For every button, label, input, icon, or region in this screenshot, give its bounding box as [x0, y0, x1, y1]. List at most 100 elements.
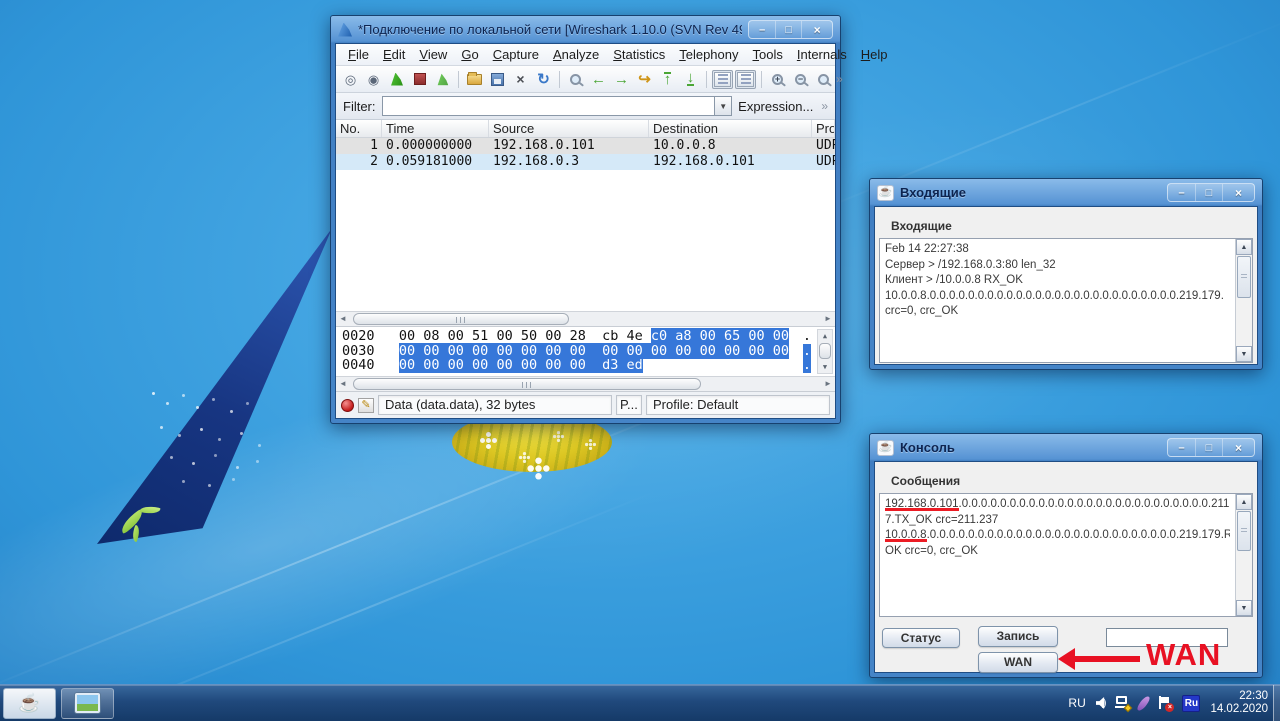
incoming-titlebar[interactable]: ☕ Входящие – □ × [874, 179, 1258, 206]
status-button[interactable]: Статус [882, 628, 960, 648]
tray-clock[interactable]: 22:30 14.02.2020 [1210, 690, 1268, 716]
menu-tools[interactable]: Tools [746, 45, 790, 64]
incoming-text-area[interactable]: Feb 14 22:27:38 Сервер > /192.168.0.3:80… [879, 238, 1253, 363]
minimize-button[interactable]: – [749, 21, 775, 38]
show-desktop-button[interactable] [1273, 685, 1280, 721]
packet-list[interactable]: No. Time Source Destination Prot 1 0.000… [336, 120, 835, 311]
wan-button[interactable]: WAN [978, 652, 1058, 673]
maximize-button[interactable]: □ [775, 21, 801, 38]
filter-dropdown-button[interactable]: ▼ [714, 96, 732, 116]
filter-input[interactable] [382, 96, 715, 116]
console-input[interactable] [1106, 628, 1228, 647]
zoom-in-icon[interactable]: + [767, 68, 788, 90]
hex-hscrollbar[interactable]: ◄ ► [336, 376, 835, 391]
wireshark-tray-icon[interactable] [1137, 694, 1152, 712]
scroll-up-icon[interactable]: ▲ [1236, 239, 1252, 255]
toolbar-overflow-icon[interactable]: » [836, 72, 843, 86]
network-icon[interactable] [1114, 696, 1130, 710]
close-button[interactable]: × [1222, 439, 1254, 456]
hex-vscrollbar[interactable]: ▲ ▼ [817, 329, 833, 374]
expression-button[interactable]: Expression... [738, 99, 813, 114]
packet-list-hscrollbar[interactable]: ◄ ► [336, 311, 835, 326]
reload-icon[interactable]: ↻ [533, 68, 554, 90]
scroll-down-icon[interactable]: ▼ [1236, 600, 1252, 616]
minimize-button[interactable]: – [1168, 184, 1195, 201]
autoscroll-toggle-icon[interactable] [735, 70, 756, 89]
go-to-packet-icon[interactable]: ↪ [634, 68, 655, 90]
minimize-button[interactable]: – [1168, 439, 1195, 456]
save-file-icon[interactable] [487, 68, 508, 90]
capture-options-icon[interactable]: ◉ [363, 68, 384, 90]
scroll-up-icon[interactable]: ▲ [1236, 494, 1252, 510]
scroll-down-icon[interactable]: ▼ [1236, 346, 1252, 362]
close-capture-icon[interactable]: × [510, 68, 531, 90]
go-forward-icon[interactable]: → [611, 68, 632, 90]
go-top-icon[interactable]: ↑ [657, 68, 678, 90]
find-packet-icon[interactable] [565, 68, 586, 90]
packet-row[interactable]: 2 0.059181000 192.168.0.3 192.168.0.101 … [336, 154, 835, 170]
incoming-vscrollbar[interactable]: ▲ ▼ [1235, 239, 1252, 362]
menu-capture[interactable]: Capture [486, 45, 546, 64]
close-button[interactable]: × [801, 21, 832, 38]
zoom-out-icon[interactable]: − [790, 68, 811, 90]
go-bottom-icon[interactable]: ↓ [680, 68, 701, 90]
volume-icon[interactable]: )) [1096, 697, 1105, 709]
menu-internals[interactable]: Internals [790, 45, 854, 64]
start-capture-icon[interactable] [386, 68, 407, 90]
scroll-up-icon[interactable]: ▲ [818, 330, 832, 342]
console-text-area[interactable]: 192.168.0.101.0.0.0.0.0.0.0.0.0.0.0.0.0.… [879, 493, 1253, 617]
menu-edit[interactable]: Edit [376, 45, 412, 64]
taskbar-buttons: ☕ [0, 685, 117, 721]
go-back-icon[interactable]: ← [588, 68, 609, 90]
close-button[interactable]: × [1222, 184, 1254, 201]
open-file-icon[interactable] [464, 68, 485, 90]
action-center-flag-icon[interactable]: × [1157, 696, 1172, 711]
column-time[interactable]: Time [382, 120, 489, 137]
scroll-down-icon[interactable]: ▼ [818, 361, 832, 373]
scrollbar-thumb[interactable] [819, 343, 831, 359]
status-field-profile[interactable]: Profile: Default [646, 395, 830, 415]
stop-capture-icon[interactable] [409, 68, 430, 90]
scrollbar-thumb[interactable] [353, 378, 701, 390]
expert-info-icon[interactable] [341, 399, 354, 412]
scrollbar-thumb[interactable] [1237, 256, 1251, 298]
maximize-button[interactable]: □ [1195, 439, 1222, 456]
packet-list-header: No. Time Source Destination Prot [336, 120, 835, 138]
menu-go[interactable]: Go [454, 45, 485, 64]
scrollbar-thumb[interactable] [353, 313, 569, 325]
filter-overflow-icon[interactable]: » [821, 99, 828, 113]
scroll-right-icon[interactable]: ► [821, 312, 835, 326]
scroll-right-icon[interactable]: ► [821, 377, 835, 391]
record-button[interactable]: Запись [978, 626, 1058, 647]
column-protocol[interactable]: Prot [812, 120, 835, 137]
menu-help[interactable]: Help [854, 45, 895, 64]
taskbar: ☕ RU )) × Ru 22:30 14.02.2020 [0, 684, 1280, 721]
column-source[interactable]: Source [489, 120, 649, 137]
zoom-100-icon[interactable] [813, 68, 834, 90]
column-no[interactable]: No. [336, 120, 382, 137]
java-app-icon: ☕ [877, 440, 894, 456]
scroll-left-icon[interactable]: ◄ [336, 312, 350, 326]
menu-file[interactable]: File [341, 45, 376, 64]
scrollbar-thumb[interactable] [1237, 511, 1251, 551]
punto-switcher-icon[interactable]: Ru [1182, 695, 1200, 712]
capture-comment-icon[interactable]: ✎ [358, 398, 374, 413]
language-indicator[interactable]: RU [1068, 696, 1085, 710]
scroll-left-icon[interactable]: ◄ [336, 377, 350, 391]
packet-row[interactable]: 1 0.000000000 192.168.0.101 10.0.0.8 UDP [336, 138, 835, 154]
menu-analyze[interactable]: Analyze [546, 45, 606, 64]
colorize-toggle-icon[interactable] [712, 70, 733, 89]
hex-dump-pane[interactable]: 0020 00 08 00 51 00 50 00 28 cb 4e c0 a8… [336, 326, 835, 376]
java-taskbar-button[interactable]: ☕ [3, 688, 56, 719]
photo-viewer-taskbar-button[interactable] [61, 688, 114, 719]
wireshark-titlebar[interactable]: *Подключение по локальной сети [Wireshar… [335, 16, 836, 43]
console-vscrollbar[interactable]: ▲ ▼ [1235, 494, 1252, 616]
menu-view[interactable]: View [412, 45, 454, 64]
menu-telephony[interactable]: Telephony [672, 45, 745, 64]
interfaces-icon[interactable]: ◎ [340, 68, 361, 90]
restart-capture-icon[interactable] [432, 68, 453, 90]
column-destination[interactable]: Destination [649, 120, 812, 137]
console-titlebar[interactable]: ☕ Консоль – □ × [874, 434, 1258, 461]
menu-statistics[interactable]: Statistics [606, 45, 672, 64]
maximize-button[interactable]: □ [1195, 184, 1222, 201]
